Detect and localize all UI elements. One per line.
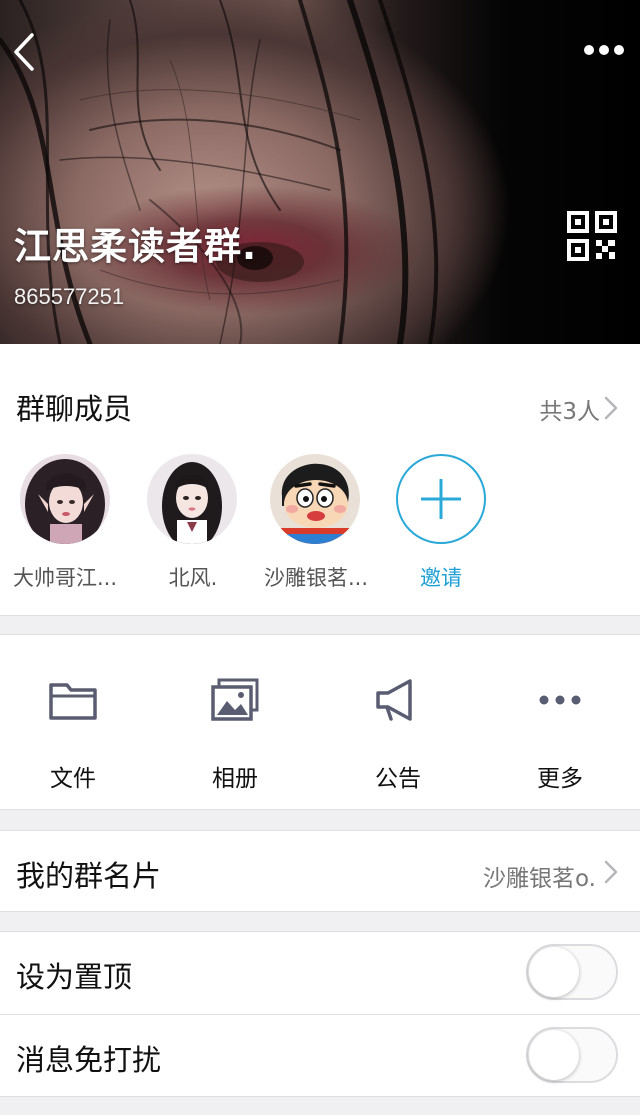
my-group-card-row[interactable]: 我的群名片 沙雕银茗o. (0, 830, 640, 912)
pin-to-top-toggle[interactable] (526, 944, 618, 1000)
row-label: 我的群名片 (16, 859, 162, 893)
member-item[interactable]: 沙雕银茗... (251, 454, 381, 590)
more-button[interactable]: 更多 (480, 635, 640, 811)
avatar (147, 454, 237, 544)
chevron-right-icon (604, 860, 618, 884)
pin-to-top-row: 设为置顶 (0, 932, 640, 1014)
files-button[interactable]: 文件 (0, 635, 153, 811)
member-name: 大帅哥江... (12, 566, 118, 590)
member-name: 沙雕银茗... (263, 566, 369, 590)
group-name: 江思柔读者群. (14, 225, 258, 268)
group-card-name-value: 沙雕银茗o. (483, 866, 596, 892)
group-id: 865577251 (14, 284, 125, 309)
members-section: 群聊成员 共3人 大帅哥江... 北风. 沙雕银茗... 邀请 (0, 344, 640, 616)
group-profile-screen: 江思柔读者群. 865577251 群聊成员 共3人 大帅哥江... 北风. 沙… (0, 0, 640, 1115)
invite-label: 邀请 (420, 566, 462, 590)
more-horizontal-icon (584, 45, 624, 55)
do-not-disturb-toggle[interactable] (526, 1027, 618, 1083)
shortcut-label: 相册 (212, 766, 258, 792)
more-dots-icon (539, 695, 581, 705)
album-button[interactable]: 相册 (155, 635, 315, 811)
do-not-disturb-row: 消息免打扰 (0, 1015, 640, 1097)
shortcut-label: 公告 (375, 766, 421, 792)
toggle-knob (529, 947, 579, 997)
chevron-right-icon (604, 396, 618, 420)
shortcuts-section: 文件 相册 公告 更多 (0, 634, 640, 810)
avatar (20, 454, 110, 544)
members-title: 群聊成员 (16, 392, 133, 426)
photo-album-icon (211, 678, 259, 721)
megaphone-icon (376, 679, 412, 721)
settings-section: 设为置顶 消息免打扰 (0, 931, 640, 1097)
row-label: 消息免打扰 (16, 1043, 162, 1077)
toggle-knob (529, 1030, 579, 1080)
member-item[interactable]: 大帅哥江... (0, 454, 130, 590)
qr-code-button[interactable] (566, 210, 618, 262)
row-label: 设为置顶 (16, 960, 133, 994)
chevron-left-icon (14, 33, 34, 71)
members-header-row[interactable]: 群聊成员 共3人 (0, 344, 640, 450)
member-item[interactable]: 北风. (128, 454, 258, 590)
back-button[interactable] (4, 26, 44, 78)
invite-circle (396, 454, 486, 544)
shortcut-label: 更多 (537, 766, 583, 792)
announcement-button[interactable]: 公告 (318, 635, 478, 811)
group-cover-header: 江思柔读者群. 865577251 (0, 0, 640, 344)
member-count: 共3人 (539, 399, 600, 425)
qr-code-icon (567, 211, 617, 261)
folder-icon (49, 683, 97, 720)
invite-member-button[interactable]: 邀请 (376, 454, 506, 590)
shortcut-label: 文件 (50, 766, 96, 792)
plus-icon (421, 479, 461, 519)
member-name: 北风. (168, 566, 218, 590)
avatar (270, 454, 360, 544)
more-options-button[interactable] (578, 32, 630, 68)
